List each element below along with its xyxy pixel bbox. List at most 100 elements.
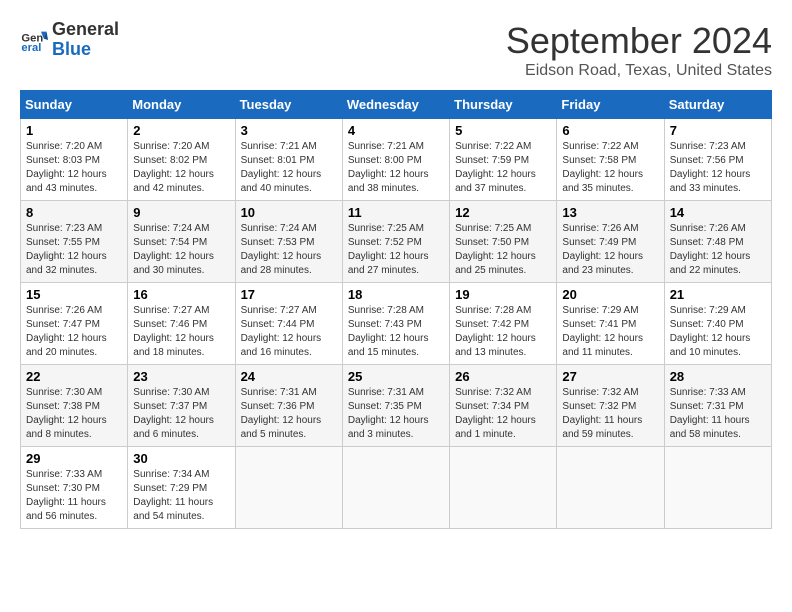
calendar-cell [342, 447, 449, 529]
day-number: 15 [26, 287, 122, 302]
day-number: 6 [562, 123, 658, 138]
calendar-cell: 2 Sunrise: 7:20 AMSunset: 8:02 PMDayligh… [128, 119, 235, 201]
day-number: 21 [670, 287, 766, 302]
calendar-week-2: 8 Sunrise: 7:23 AMSunset: 7:55 PMDayligh… [21, 201, 772, 283]
day-number: 27 [562, 369, 658, 384]
calendar-cell: 6 Sunrise: 7:22 AMSunset: 7:58 PMDayligh… [557, 119, 664, 201]
calendar-cell: 28 Sunrise: 7:33 AMSunset: 7:31 PMDaylig… [664, 365, 771, 447]
calendar-cell: 13 Sunrise: 7:26 AMSunset: 7:49 PMDaylig… [557, 201, 664, 283]
logo-text: GeneralBlue [52, 20, 119, 60]
calendar-cell [664, 447, 771, 529]
day-number: 18 [348, 287, 444, 302]
day-detail: Sunrise: 7:22 AMSunset: 7:58 PMDaylight:… [562, 141, 643, 194]
day-number: 26 [455, 369, 551, 384]
calendar-cell: 22 Sunrise: 7:30 AMSunset: 7:38 PMDaylig… [21, 365, 128, 447]
day-detail: Sunrise: 7:23 AMSunset: 7:55 PMDaylight:… [26, 223, 107, 276]
calendar-cell: 9 Sunrise: 7:24 AMSunset: 7:54 PMDayligh… [128, 201, 235, 283]
calendar-week-4: 22 Sunrise: 7:30 AMSunset: 7:38 PMDaylig… [21, 365, 772, 447]
day-detail: Sunrise: 7:20 AMSunset: 8:02 PMDaylight:… [133, 141, 214, 194]
calendar-cell: 12 Sunrise: 7:25 AMSunset: 7:50 PMDaylig… [450, 201, 557, 283]
day-detail: Sunrise: 7:30 AMSunset: 7:37 PMDaylight:… [133, 387, 214, 440]
day-detail: Sunrise: 7:31 AMSunset: 7:36 PMDaylight:… [241, 387, 322, 440]
calendar-cell: 5 Sunrise: 7:22 AMSunset: 7:59 PMDayligh… [450, 119, 557, 201]
day-number: 1 [26, 123, 122, 138]
calendar-cell: 25 Sunrise: 7:31 AMSunset: 7:35 PMDaylig… [342, 365, 449, 447]
calendar-table: SundayMondayTuesdayWednesdayThursdayFrid… [20, 90, 772, 529]
calendar-header-row: SundayMondayTuesdayWednesdayThursdayFrid… [21, 91, 772, 119]
calendar-cell: 4 Sunrise: 7:21 AMSunset: 8:00 PMDayligh… [342, 119, 449, 201]
calendar-cell: 27 Sunrise: 7:32 AMSunset: 7:32 PMDaylig… [557, 365, 664, 447]
day-number: 25 [348, 369, 444, 384]
day-number: 29 [26, 451, 122, 466]
day-number: 10 [241, 205, 337, 220]
day-detail: Sunrise: 7:32 AMSunset: 7:34 PMDaylight:… [455, 387, 536, 440]
day-number: 19 [455, 287, 551, 302]
day-number: 11 [348, 205, 444, 220]
calendar-cell: 20 Sunrise: 7:29 AMSunset: 7:41 PMDaylig… [557, 283, 664, 365]
day-detail: Sunrise: 7:33 AMSunset: 7:30 PMDaylight:… [26, 469, 106, 522]
day-number: 16 [133, 287, 229, 302]
day-detail: Sunrise: 7:28 AMSunset: 7:42 PMDaylight:… [455, 305, 536, 358]
calendar-cell: 19 Sunrise: 7:28 AMSunset: 7:42 PMDaylig… [450, 283, 557, 365]
calendar-cell: 23 Sunrise: 7:30 AMSunset: 7:37 PMDaylig… [128, 365, 235, 447]
calendar-cell [557, 447, 664, 529]
day-detail: Sunrise: 7:24 AMSunset: 7:54 PMDaylight:… [133, 223, 214, 276]
calendar-cell: 29 Sunrise: 7:33 AMSunset: 7:30 PMDaylig… [21, 447, 128, 529]
calendar-cell: 14 Sunrise: 7:26 AMSunset: 7:48 PMDaylig… [664, 201, 771, 283]
day-number: 4 [348, 123, 444, 138]
day-number: 17 [241, 287, 337, 302]
day-number: 3 [241, 123, 337, 138]
day-header-friday: Friday [557, 91, 664, 119]
day-detail: Sunrise: 7:24 AMSunset: 7:53 PMDaylight:… [241, 223, 322, 276]
svg-text:eral: eral [21, 42, 41, 54]
day-number: 24 [241, 369, 337, 384]
title-block: September 2024 Eidson Road, Texas, Unite… [506, 20, 772, 80]
day-number: 28 [670, 369, 766, 384]
day-detail: Sunrise: 7:29 AMSunset: 7:40 PMDaylight:… [670, 305, 751, 358]
calendar-cell [235, 447, 342, 529]
calendar-cell [450, 447, 557, 529]
day-header-tuesday: Tuesday [235, 91, 342, 119]
calendar-cell: 11 Sunrise: 7:25 AMSunset: 7:52 PMDaylig… [342, 201, 449, 283]
calendar-cell: 18 Sunrise: 7:28 AMSunset: 7:43 PMDaylig… [342, 283, 449, 365]
day-number: 14 [670, 205, 766, 220]
day-header-saturday: Saturday [664, 91, 771, 119]
day-number: 13 [562, 205, 658, 220]
day-detail: Sunrise: 7:25 AMSunset: 7:50 PMDaylight:… [455, 223, 536, 276]
calendar-week-5: 29 Sunrise: 7:33 AMSunset: 7:30 PMDaylig… [21, 447, 772, 529]
calendar-cell: 15 Sunrise: 7:26 AMSunset: 7:47 PMDaylig… [21, 283, 128, 365]
calendar-cell: 10 Sunrise: 7:24 AMSunset: 7:53 PMDaylig… [235, 201, 342, 283]
day-detail: Sunrise: 7:29 AMSunset: 7:41 PMDaylight:… [562, 305, 643, 358]
calendar-cell: 26 Sunrise: 7:32 AMSunset: 7:34 PMDaylig… [450, 365, 557, 447]
day-detail: Sunrise: 7:26 AMSunset: 7:48 PMDaylight:… [670, 223, 751, 276]
day-detail: Sunrise: 7:28 AMSunset: 7:43 PMDaylight:… [348, 305, 429, 358]
day-number: 2 [133, 123, 229, 138]
day-header-sunday: Sunday [21, 91, 128, 119]
logo-icon: Gen eral [20, 26, 48, 54]
day-detail: Sunrise: 7:25 AMSunset: 7:52 PMDaylight:… [348, 223, 429, 276]
calendar-cell: 1 Sunrise: 7:20 AMSunset: 8:03 PMDayligh… [21, 119, 128, 201]
day-detail: Sunrise: 7:20 AMSunset: 8:03 PMDaylight:… [26, 141, 107, 194]
day-detail: Sunrise: 7:21 AMSunset: 8:01 PMDaylight:… [241, 141, 322, 194]
calendar-cell: 24 Sunrise: 7:31 AMSunset: 7:36 PMDaylig… [235, 365, 342, 447]
calendar-cell: 7 Sunrise: 7:23 AMSunset: 7:56 PMDayligh… [664, 119, 771, 201]
day-number: 20 [562, 287, 658, 302]
day-detail: Sunrise: 7:27 AMSunset: 7:46 PMDaylight:… [133, 305, 214, 358]
day-number: 22 [26, 369, 122, 384]
day-number: 12 [455, 205, 551, 220]
logo: Gen eral GeneralBlue [20, 20, 119, 60]
day-detail: Sunrise: 7:31 AMSunset: 7:35 PMDaylight:… [348, 387, 429, 440]
day-number: 9 [133, 205, 229, 220]
day-header-thursday: Thursday [450, 91, 557, 119]
month-title: September 2024 [506, 20, 772, 62]
day-detail: Sunrise: 7:34 AMSunset: 7:29 PMDaylight:… [133, 469, 213, 522]
calendar-cell: 3 Sunrise: 7:21 AMSunset: 8:01 PMDayligh… [235, 119, 342, 201]
day-header-monday: Monday [128, 91, 235, 119]
day-number: 8 [26, 205, 122, 220]
day-detail: Sunrise: 7:33 AMSunset: 7:31 PMDaylight:… [670, 387, 750, 440]
subtitle: Eidson Road, Texas, United States [506, 62, 772, 80]
calendar-cell: 17 Sunrise: 7:27 AMSunset: 7:44 PMDaylig… [235, 283, 342, 365]
day-number: 23 [133, 369, 229, 384]
day-detail: Sunrise: 7:26 AMSunset: 7:47 PMDaylight:… [26, 305, 107, 358]
day-detail: Sunrise: 7:32 AMSunset: 7:32 PMDaylight:… [562, 387, 642, 440]
